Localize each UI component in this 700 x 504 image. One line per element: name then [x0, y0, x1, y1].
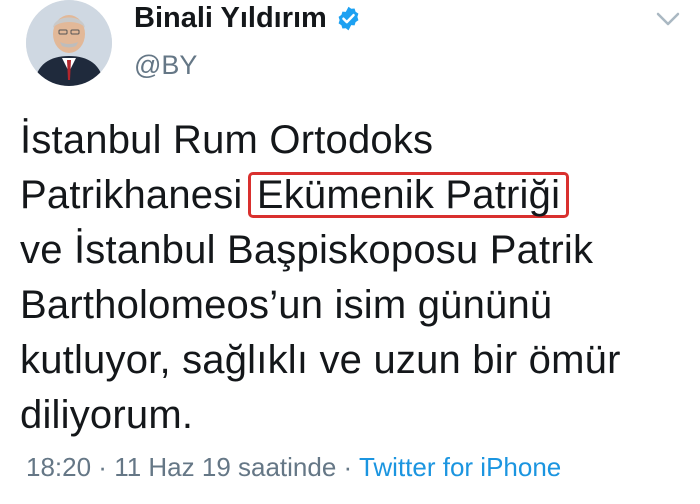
tweet-line: ve İstanbul Başpiskoposu Patrik	[20, 228, 594, 272]
tweet-card: Binali Yıldırım @BY İstanbul Rum Ortodok…	[0, 0, 700, 504]
verified-badge-icon	[335, 5, 362, 32]
tweet-source-link[interactable]: Twitter for iPhone	[359, 452, 561, 482]
meta-separator: ·	[91, 452, 115, 482]
tweet-line: kutluyor, sağlıklı ve uzun bir ömür	[20, 338, 621, 382]
profile-photo	[26, 0, 112, 86]
tweet-date[interactable]: 11 Haz 19 saatinde	[114, 452, 336, 482]
chevron-down-icon[interactable]	[656, 12, 680, 28]
author-handle[interactable]: @BY	[134, 50, 197, 81]
highlighted-phrase: Ekümenik Patriği	[247, 172, 570, 218]
tweet-line: diliyorum.	[20, 393, 194, 437]
tweet-line-text: Patrikhanesi	[20, 173, 254, 217]
tweet-meta: 18:20 · 11 Haz 19 saatinde · Twitter for…	[26, 452, 561, 483]
meta-separator: ·	[336, 452, 359, 482]
tweet-line: Patrikhanesi Ekümenik Patriği	[20, 168, 690, 223]
author-name[interactable]: Binali Yıldırım	[134, 2, 362, 35]
tweet-line: İstanbul Rum Ortodoks	[20, 118, 434, 162]
avatar[interactable]	[26, 0, 112, 86]
author-name-text: Binali Yıldırım	[134, 2, 327, 34]
tweet-time[interactable]: 18:20	[26, 452, 91, 482]
tweet-line: Bartholomeos’un isim gününü	[20, 283, 553, 327]
tweet-text: İstanbul Rum Ortodoks Patrikhanesi Eküme…	[20, 113, 690, 443]
